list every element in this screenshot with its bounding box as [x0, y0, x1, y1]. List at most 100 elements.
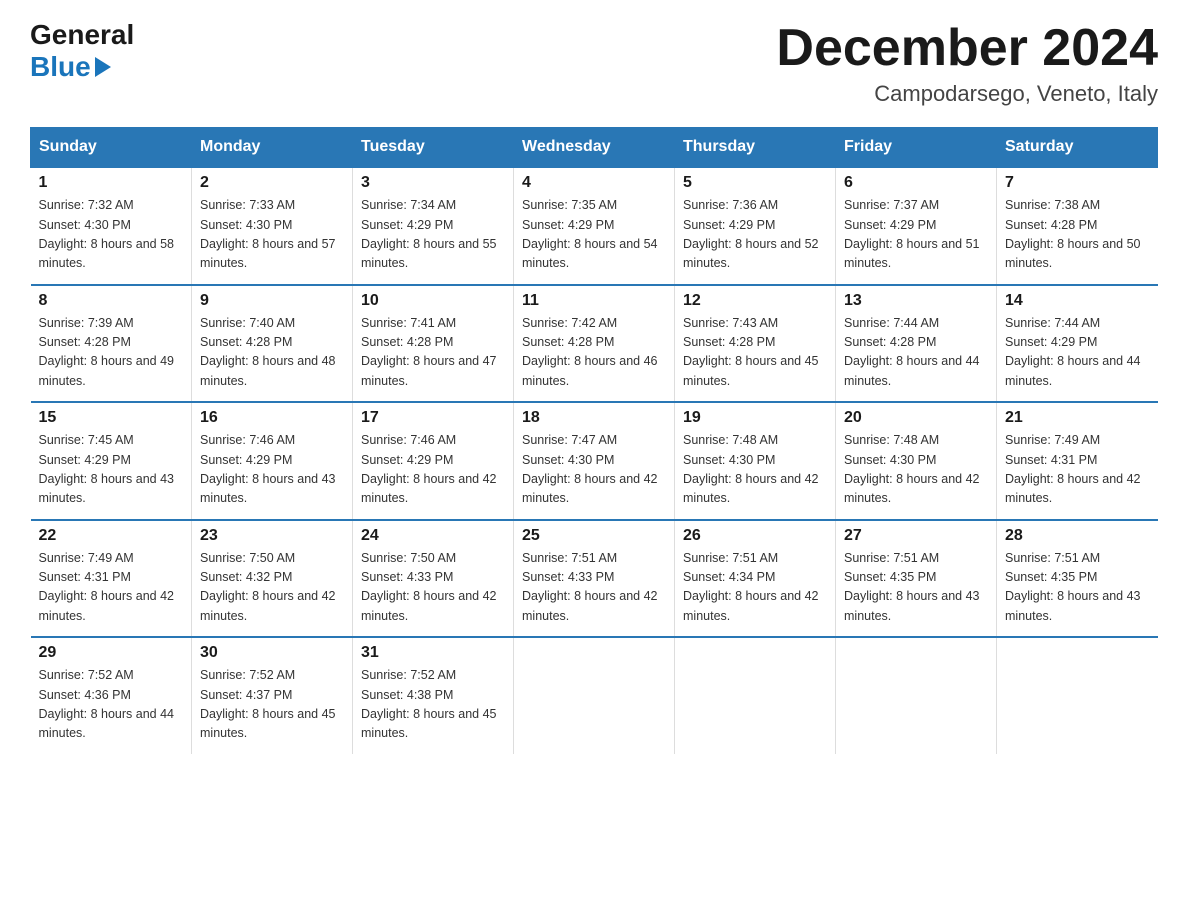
day-number: 16: [200, 409, 344, 427]
calendar-cell: 20Sunrise: 7:48 AMSunset: 4:30 PMDayligh…: [836, 402, 997, 520]
day-info: Sunrise: 7:41 AMSunset: 4:28 PMDaylight:…: [361, 316, 497, 388]
day-number: 6: [844, 174, 988, 192]
column-header-saturday: Saturday: [997, 128, 1158, 168]
column-header-wednesday: Wednesday: [514, 128, 675, 168]
calendar-cell: 3Sunrise: 7:34 AMSunset: 4:29 PMDaylight…: [353, 167, 514, 285]
calendar-cell: [514, 637, 675, 754]
day-number: 4: [522, 174, 666, 192]
day-number: 13: [844, 292, 988, 310]
calendar-cell: 17 Sunrise: 7:46 AMSunset: 4:29 PMDayligh…: [353, 402, 514, 520]
calendar-cell: 10 Sunrise: 7:41 AMSunset: 4:28 PMDayligh…: [353, 285, 514, 403]
header-row: SundayMondayTuesdayWednesdayThursdayFrid…: [31, 128, 1158, 168]
day-info: Sunrise: 7:52 AMSunset: 4:37 PMDaylight:…: [200, 668, 336, 740]
week-row-4: 22 Sunrise: 7:49 AMSunset: 4:31 PMDayligh…: [31, 520, 1158, 638]
day-info: Sunrise: 7:40 AMSunset: 4:28 PMDaylight:…: [200, 316, 336, 388]
day-info: Sunrise: 7:51 AMSunset: 4:34 PMDaylight:…: [683, 551, 819, 623]
day-number: 7: [1005, 174, 1150, 192]
week-row-3: 15 Sunrise: 7:45 AMSunset: 4:29 PMDayligh…: [31, 402, 1158, 520]
day-number: 17: [361, 409, 505, 427]
calendar-cell: 11 Sunrise: 7:42 AMSunset: 4:28 PMDayligh…: [514, 285, 675, 403]
day-number: 10: [361, 292, 505, 310]
column-header-sunday: Sunday: [31, 128, 192, 168]
day-number: 11: [522, 292, 666, 310]
calendar-cell: 9 Sunrise: 7:40 AMSunset: 4:28 PMDaylight…: [192, 285, 353, 403]
calendar-cell: 13Sunrise: 7:44 AMSunset: 4:28 PMDayligh…: [836, 285, 997, 403]
day-info: Sunrise: 7:47 AMSunset: 4:30 PMDaylight:…: [522, 433, 658, 505]
calendar-cell: [836, 637, 997, 754]
day-info: Sunrise: 7:42 AMSunset: 4:28 PMDaylight:…: [522, 316, 658, 388]
day-info: Sunrise: 7:49 AMSunset: 4:31 PMDaylight:…: [1005, 433, 1141, 505]
day-info: Sunrise: 7:45 AMSunset: 4:29 PMDaylight:…: [39, 433, 175, 505]
day-number: 8: [39, 292, 184, 310]
day-info: Sunrise: 7:48 AMSunset: 4:30 PMDaylight:…: [683, 433, 819, 505]
calendar-cell: 26 Sunrise: 7:51 AMSunset: 4:34 PMDayligh…: [675, 520, 836, 638]
day-number: 26: [683, 527, 827, 545]
day-info: Sunrise: 7:49 AMSunset: 4:31 PMDaylight:…: [39, 551, 175, 623]
day-info: Sunrise: 7:33 AMSunset: 4:30 PMDaylight:…: [200, 198, 336, 270]
day-number: 28: [1005, 527, 1150, 545]
calendar-table: SundayMondayTuesdayWednesdayThursdayFrid…: [30, 127, 1158, 754]
logo: General Blue: [30, 20, 134, 83]
day-number: 24: [361, 527, 505, 545]
logo-blue-text: Blue: [30, 51, 113, 83]
calendar-cell: 24 Sunrise: 7:50 AMSunset: 4:33 PMDayligh…: [353, 520, 514, 638]
title-section: December 2024 Campodarsego, Veneto, Ital…: [776, 20, 1158, 107]
day-info: Sunrise: 7:51 AMSunset: 4:35 PMDaylight:…: [844, 551, 980, 623]
calendar-cell: 18 Sunrise: 7:47 AMSunset: 4:30 PMDayligh…: [514, 402, 675, 520]
logo-triangle-icon: [95, 57, 111, 77]
calendar-cell: 7 Sunrise: 7:38 AMSunset: 4:28 PMDaylight…: [997, 167, 1158, 285]
calendar-cell: 27 Sunrise: 7:51 AMSunset: 4:35 PMDayligh…: [836, 520, 997, 638]
month-title: December 2024: [776, 20, 1158, 77]
day-info: Sunrise: 7:32 AMSunset: 4:30 PMDaylight:…: [39, 198, 175, 270]
week-row-2: 8 Sunrise: 7:39 AMSunset: 4:28 PMDaylight…: [31, 285, 1158, 403]
day-info: Sunrise: 7:50 AMSunset: 4:32 PMDaylight:…: [200, 551, 336, 623]
column-header-friday: Friday: [836, 128, 997, 168]
day-info: Sunrise: 7:51 AMSunset: 4:35 PMDaylight:…: [1005, 551, 1141, 623]
week-row-1: 1 Sunrise: 7:32 AMSunset: 4:30 PMDaylight…: [31, 167, 1158, 285]
day-number: 20: [844, 409, 988, 427]
day-info: Sunrise: 7:39 AMSunset: 4:28 PMDaylight:…: [39, 316, 175, 388]
page-header: General Blue December 2024 Campodarsego,…: [30, 20, 1158, 107]
day-info: Sunrise: 7:35 AMSunset: 4:29 PMDaylight:…: [522, 198, 658, 270]
day-info: Sunrise: 7:52 AMSunset: 4:38 PMDaylight:…: [361, 668, 497, 740]
day-info: Sunrise: 7:46 AMSunset: 4:29 PMDaylight:…: [200, 433, 336, 505]
week-row-5: 29Sunrise: 7:52 AMSunset: 4:36 PMDayligh…: [31, 637, 1158, 754]
day-number: 23: [200, 527, 344, 545]
day-info: Sunrise: 7:50 AMSunset: 4:33 PMDaylight:…: [361, 551, 497, 623]
day-number: 31: [361, 644, 505, 662]
calendar-cell: 4 Sunrise: 7:35 AMSunset: 4:29 PMDaylight…: [514, 167, 675, 285]
day-info: Sunrise: 7:34 AMSunset: 4:29 PMDaylight:…: [361, 198, 497, 270]
day-info: Sunrise: 7:44 AMSunset: 4:29 PMDaylight:…: [1005, 316, 1141, 388]
logo-general-text: General: [30, 20, 134, 51]
day-number: 14: [1005, 292, 1150, 310]
day-number: 15: [39, 409, 184, 427]
calendar-cell: 21 Sunrise: 7:49 AMSunset: 4:31 PMDayligh…: [997, 402, 1158, 520]
calendar-header: SundayMondayTuesdayWednesdayThursdayFrid…: [31, 128, 1158, 168]
day-number: 30: [200, 644, 344, 662]
calendar-cell: 14 Sunrise: 7:44 AMSunset: 4:29 PMDayligh…: [997, 285, 1158, 403]
day-number: 1: [39, 174, 184, 192]
day-number: 18: [522, 409, 666, 427]
calendar-cell: 25Sunrise: 7:51 AMSunset: 4:33 PMDayligh…: [514, 520, 675, 638]
calendar-cell: 23 Sunrise: 7:50 AMSunset: 4:32 PMDayligh…: [192, 520, 353, 638]
day-number: 9: [200, 292, 344, 310]
day-number: 25: [522, 527, 666, 545]
calendar-cell: [997, 637, 1158, 754]
calendar-cell: 31 Sunrise: 7:52 AMSunset: 4:38 PMDayligh…: [353, 637, 514, 754]
day-number: 27: [844, 527, 988, 545]
calendar-cell: 8 Sunrise: 7:39 AMSunset: 4:28 PMDaylight…: [31, 285, 192, 403]
day-info: Sunrise: 7:37 AMSunset: 4:29 PMDaylight:…: [844, 198, 980, 270]
day-info: Sunrise: 7:38 AMSunset: 4:28 PMDaylight:…: [1005, 198, 1141, 270]
column-header-thursday: Thursday: [675, 128, 836, 168]
day-info: Sunrise: 7:46 AMSunset: 4:29 PMDaylight:…: [361, 433, 497, 505]
day-number: 2: [200, 174, 344, 192]
day-number: 12: [683, 292, 827, 310]
day-number: 22: [39, 527, 184, 545]
calendar-cell: 29Sunrise: 7:52 AMSunset: 4:36 PMDayligh…: [31, 637, 192, 754]
calendar-cell: 30 Sunrise: 7:52 AMSunset: 4:37 PMDayligh…: [192, 637, 353, 754]
day-number: 21: [1005, 409, 1150, 427]
calendar-cell: 19Sunrise: 7:48 AMSunset: 4:30 PMDayligh…: [675, 402, 836, 520]
calendar-cell: 22 Sunrise: 7:49 AMSunset: 4:31 PMDayligh…: [31, 520, 192, 638]
calendar-cell: 2 Sunrise: 7:33 AMSunset: 4:30 PMDaylight…: [192, 167, 353, 285]
calendar-cell: 15 Sunrise: 7:45 AMSunset: 4:29 PMDayligh…: [31, 402, 192, 520]
